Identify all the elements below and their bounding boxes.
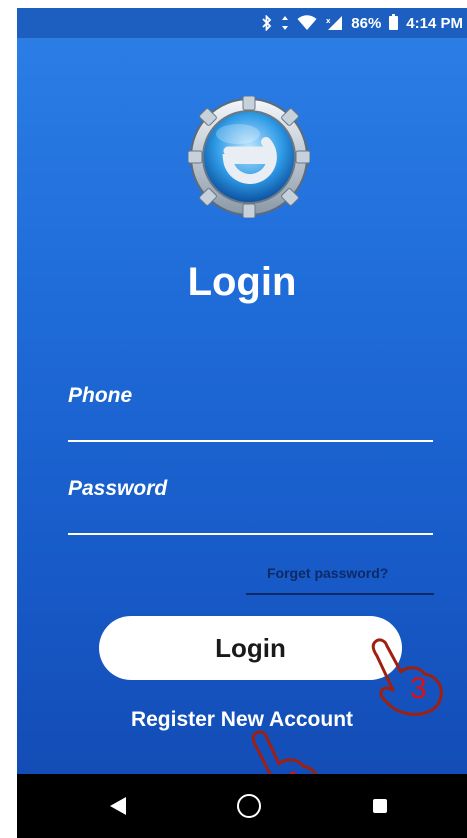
phone-underline: [68, 440, 433, 442]
phone-label: Phone: [68, 384, 133, 407]
signal-icon: x: [325, 15, 343, 31]
forget-password-link[interactable]: Forget password?: [267, 565, 388, 581]
password-underline: [68, 533, 433, 535]
e-gear-logo-icon: [188, 96, 310, 218]
data-arrows-icon: [281, 15, 289, 31]
battery-percent: 86%: [351, 14, 382, 32]
login-button[interactable]: Login: [99, 616, 402, 680]
password-input[interactable]: [68, 499, 437, 531]
back-triangle-icon[interactable]: [109, 796, 127, 816]
page-title: Login: [187, 260, 297, 304]
bluetooth-icon: [261, 15, 273, 31]
battery-icon: [389, 14, 399, 30]
svg-text:x: x: [326, 17, 331, 25]
recent-square-icon[interactable]: [373, 799, 387, 813]
phone-input[interactable]: [68, 406, 437, 438]
forget-password-underline: [246, 593, 434, 595]
status-bar: x 86% 4:14 PM: [17, 8, 467, 38]
wifi-icon: [297, 15, 317, 31]
navigation-bar: [17, 774, 467, 838]
phone-screen: x 86% 4:14 PM Login Phone Password Forge…: [17, 8, 467, 838]
home-circle-icon[interactable]: [237, 794, 261, 818]
clock: 4:14 PM: [406, 14, 463, 32]
annotation-step-3: 3: [410, 672, 427, 705]
register-new-account-link[interactable]: Register New Account: [17, 708, 467, 732]
password-label: Password: [68, 477, 168, 500]
